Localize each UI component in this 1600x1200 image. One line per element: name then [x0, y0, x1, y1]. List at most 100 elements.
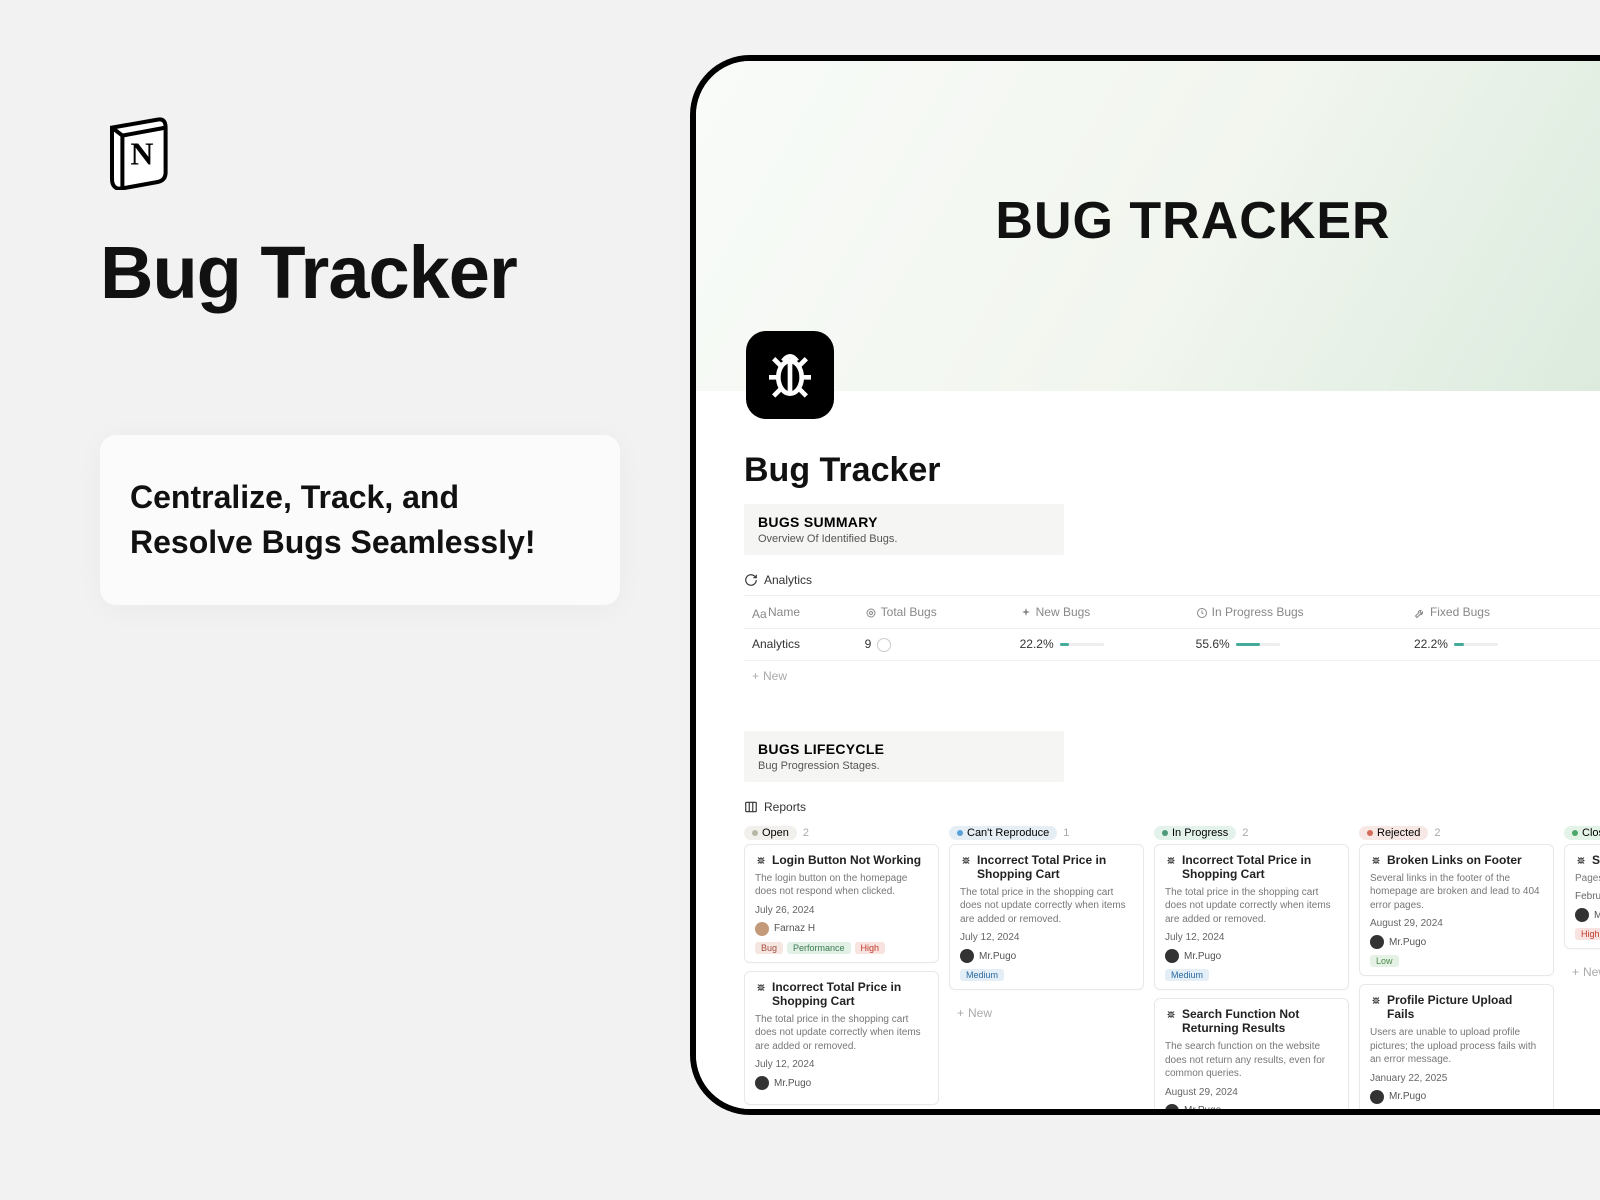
col-name[interactable]: AaName: [744, 596, 857, 629]
card-description: The total price in the shopping cart doe…: [1165, 886, 1338, 927]
card-title: Broken Links on Footer: [1387, 853, 1522, 867]
bug-card[interactable]: Search Function Not Returning ResultsThe…: [1154, 998, 1349, 1115]
card-description: Pages take long to load on mobile.: [1575, 872, 1600, 886]
column-header[interactable]: In Progress2: [1154, 822, 1349, 844]
analytics-row[interactable]: Analytics 9 22.2% 55.6% 22.2%: [744, 629, 1600, 661]
bug-icon: [1165, 854, 1177, 866]
card-description: The total price in the shopping cart doe…: [960, 886, 1133, 927]
column-header[interactable]: Open2: [744, 822, 939, 844]
card-assignee: Mr.Pugo: [755, 1076, 928, 1090]
column-new-card[interactable]: +New: [949, 998, 1144, 1028]
avatar: [1370, 935, 1384, 949]
card-date: February: [1575, 891, 1600, 902]
reports-view-label: Reports: [764, 800, 806, 814]
card-title: Search Function Not Returning Results: [1182, 1007, 1338, 1035]
hero-banner: BUG TRACKER: [696, 61, 1600, 391]
subtitle-card: Centralize, Track, and Resolve Bugs Seam…: [100, 435, 620, 605]
board-column: Closed Slow page Pages take long to load o…: [1564, 822, 1600, 1115]
bug-icon: [755, 854, 767, 866]
bug-icon: [755, 981, 767, 993]
analytics-view-label: Analytics: [764, 573, 812, 587]
analytics-table: AaName Total Bugs New Bugs In Progress B…: [744, 595, 1600, 661]
analytics-view-tab[interactable]: Analytics: [744, 573, 1600, 587]
bug-icon: [1575, 854, 1587, 866]
device-frame: BUG TRACKER Bug Tracker BUGS SUMMARY Ove…: [690, 55, 1600, 1115]
notion-logo: N: [100, 110, 180, 190]
column-new-card[interactable]: +New: [1564, 957, 1600, 987]
target-icon: [865, 607, 877, 619]
avatar: [1165, 949, 1179, 963]
card-date: August 29, 2024: [1370, 918, 1543, 929]
analytics-new-row[interactable]: +New: [744, 661, 1600, 691]
subtitle-text: Centralize, Track, and Resolve Bugs Seam…: [130, 475, 590, 565]
summary-subtitle: Overview Of Identified Bugs.: [758, 533, 1050, 545]
avatar: [755, 1076, 769, 1090]
card-assignee: Mr.Pugo: [1165, 949, 1338, 963]
bug-card[interactable]: Slow page Pages take long to load on mobi…: [1564, 844, 1600, 950]
bug-card[interactable]: Incorrect Total Price in Shopping Cart Th…: [1154, 844, 1349, 991]
bug-card[interactable]: Incorrect Total Price in Shopping Cart Th…: [949, 844, 1144, 991]
card-assignee: Mr.Pugo: [1370, 935, 1543, 949]
col-new[interactable]: New Bugs: [1012, 596, 1188, 629]
progress-ring-icon: [877, 638, 891, 652]
column-header[interactable]: Closed: [1564, 822, 1600, 844]
card-date: August 29, 2024: [1165, 1087, 1338, 1098]
card-assignee: Mr.Pugo: [1370, 1090, 1543, 1104]
bug-icon: [1370, 854, 1382, 866]
tag: High: [855, 942, 886, 954]
board-column: Can't Reproduce1Incorrect Total Price in…: [949, 822, 1144, 1115]
column-header[interactable]: Rejected2: [1359, 822, 1554, 844]
card-date: July 12, 2024: [755, 1059, 928, 1070]
board-column: In Progress2Incorrect Total Price in Sho…: [1154, 822, 1349, 1115]
col-total[interactable]: Total Bugs: [857, 596, 1012, 629]
card-title: Incorrect Total Price in Shopping Cart: [1182, 853, 1338, 881]
reports-view-tab[interactable]: Reports: [744, 800, 1600, 814]
wrench-icon: [1414, 607, 1426, 619]
board-column: Rejected2 Broken Links on Footer Several l…: [1359, 822, 1554, 1115]
summary-callout: BUGS SUMMARY Overview Of Identified Bugs…: [744, 504, 1064, 555]
card-title: Incorrect Total Price in Shopping Cart: [977, 853, 1133, 881]
bug-card[interactable]: Profile Picture Upload Fails Users are un…: [1359, 984, 1554, 1115]
bug-card[interactable]: Login Button Not Working The login button…: [744, 844, 939, 963]
bug-card[interactable]: Incorrect Total Price in Shopping CartTh…: [744, 971, 939, 1106]
tag: Medium: [1370, 1110, 1414, 1115]
card-description: Several links in the footer of the homep…: [1370, 872, 1543, 913]
bug-icon: [1370, 994, 1382, 1006]
col-fixed[interactable]: Fixed Bugs: [1406, 596, 1582, 629]
card-assignee: Mr.Pugo: [960, 949, 1133, 963]
summary-title: BUGS SUMMARY: [758, 514, 1050, 530]
col-progress[interactable]: In Progress Bugs: [1188, 596, 1406, 629]
bug-card[interactable]: Broken Links on Footer Several links in t…: [1359, 844, 1554, 977]
card-title: Login Button Not Working: [772, 853, 921, 867]
lifecycle-subtitle: Bug Progression Stages.: [758, 760, 1050, 772]
card-description: Users are unable to upload profile pictu…: [1370, 1026, 1543, 1067]
board-column: Open2 Login Button Not Working The login b…: [744, 822, 939, 1115]
tag: Low: [1370, 955, 1399, 967]
board-icon: [744, 800, 758, 814]
sparkle-icon: [1020, 607, 1032, 619]
card-description: The login button on the homepage does no…: [755, 872, 928, 899]
column-header[interactable]: Can't Reproduce1: [949, 822, 1144, 844]
clock-icon: [1196, 607, 1208, 619]
avatar: [1575, 908, 1589, 922]
card-date: January 22, 2025: [1370, 1073, 1543, 1084]
card-title: Profile Picture Upload Fails: [1387, 993, 1543, 1021]
card-title: Incorrect Total Price in Shopping Cart: [772, 980, 928, 1008]
card-assignee: Mr: [1575, 908, 1600, 922]
hero-title: BUG TRACKER: [995, 191, 1390, 251]
bug-app-icon: [746, 331, 834, 419]
avatar: [1370, 1090, 1384, 1104]
tag: High: [1575, 928, 1600, 940]
bug-icon: [1165, 1008, 1177, 1020]
card-assignee: Farnaz H: [755, 922, 928, 936]
lifecycle-title: BUGS LIFECYCLE: [758, 741, 1050, 757]
bug-icon: [960, 854, 972, 866]
avatar: [755, 922, 769, 936]
tag: Performance: [787, 942, 851, 954]
tag: Medium: [960, 969, 1004, 981]
left-title: Bug Tracker: [100, 230, 620, 315]
card-date: July 12, 2024: [1165, 932, 1338, 943]
tag: Medium: [1165, 969, 1209, 981]
card-title: Slow page: [1592, 853, 1600, 867]
tag: Bug: [755, 942, 783, 954]
